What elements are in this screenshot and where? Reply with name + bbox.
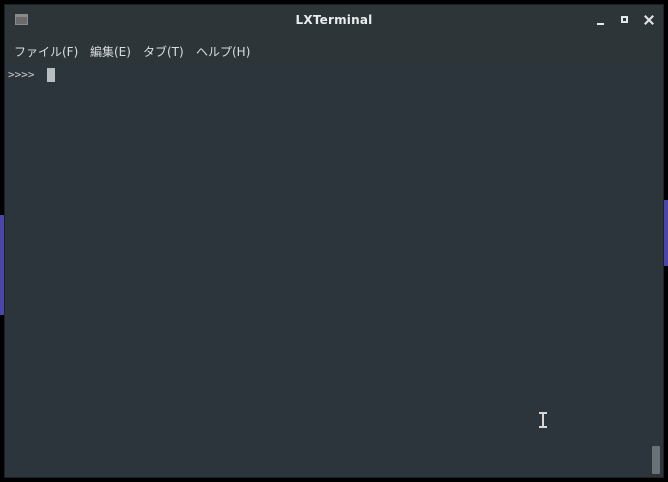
terminal-window: LXTerminal ファイル(F) 編集(E) タブ(T) ヘルプ(H) >>…: [4, 4, 664, 478]
terminal-prompt: >>>>: [8, 68, 35, 81]
menubar: ファイル(F) 編集(E) タブ(T) ヘルプ(H): [5, 36, 663, 64]
minimize-icon[interactable]: [594, 13, 608, 27]
menu-tab[interactable]: タブ(T): [143, 43, 184, 60]
window-title: LXTerminal: [295, 13, 373, 27]
window-titlebar[interactable]: LXTerminal: [5, 5, 663, 36]
scrollbar-thumb[interactable]: [652, 446, 660, 474]
close-icon[interactable]: [642, 13, 656, 27]
terminal-text-area[interactable]: >>>>: [5, 64, 663, 477]
menu-file[interactable]: ファイル(F): [14, 43, 78, 60]
text-cursor: [47, 68, 55, 82]
scrollbar[interactable]: [649, 64, 663, 477]
desktop: LXTerminal ファイル(F) 編集(E) タブ(T) ヘルプ(H) >>…: [0, 0, 668, 482]
ibeam-cursor-icon: [539, 412, 547, 428]
menu-edit[interactable]: 編集(E): [90, 43, 131, 60]
menu-help[interactable]: ヘルプ(H): [196, 43, 250, 60]
maximize-icon[interactable]: [618, 13, 632, 27]
